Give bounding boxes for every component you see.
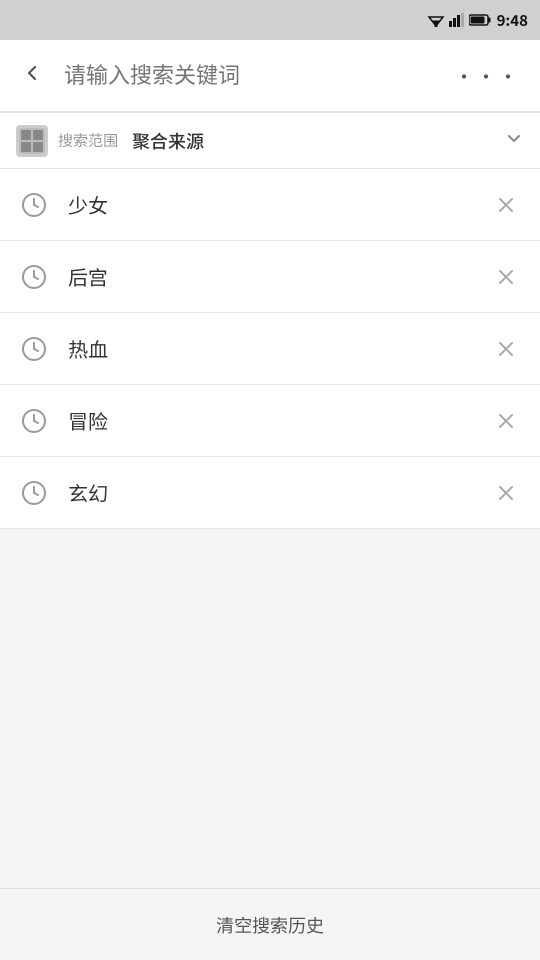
history-text: 热血: [52, 334, 488, 363]
history-item[interactable]: 热血: [0, 313, 540, 385]
clock-icon: [16, 259, 52, 295]
clock-icon: [16, 403, 52, 439]
history-text: 玄幻: [52, 478, 488, 507]
back-button[interactable]: [16, 56, 48, 96]
status-time: 9:48: [497, 10, 528, 31]
history-item[interactable]: 冒险: [0, 385, 540, 457]
source-selector-row[interactable]: 搜索范围 聚合来源: [0, 113, 540, 169]
status-icons: [427, 13, 491, 27]
source-icon: [16, 125, 48, 157]
dropdown-arrow-icon[interactable]: [504, 128, 524, 154]
delete-history-button[interactable]: [488, 403, 524, 439]
history-text: 后宫: [52, 262, 488, 291]
clear-history-container: 清空搜索历史: [0, 888, 540, 960]
clock-icon: [16, 187, 52, 223]
search-input[interactable]: [64, 63, 434, 89]
header: ···: [0, 40, 540, 112]
delete-history-button[interactable]: [488, 187, 524, 223]
clock-icon: [16, 331, 52, 367]
delete-history-button[interactable]: [488, 259, 524, 295]
clear-history-button[interactable]: 清空搜索历史: [216, 912, 324, 938]
source-range-label: 搜索范围: [58, 130, 118, 151]
history-item[interactable]: 少女: [0, 169, 540, 241]
status-bar: 9:48: [0, 0, 540, 40]
clock-icon: [16, 475, 52, 511]
history-item[interactable]: 后宫: [0, 241, 540, 313]
history-list: 少女 后宫: [0, 169, 540, 529]
source-name-label: 聚合来源: [132, 128, 204, 154]
delete-history-button[interactable]: [488, 331, 524, 367]
history-text: 少女: [52, 190, 488, 219]
history-text: 冒险: [52, 406, 488, 435]
history-item[interactable]: 玄幻: [0, 457, 540, 529]
delete-history-button[interactable]: [488, 475, 524, 511]
more-button[interactable]: ···: [450, 57, 524, 94]
